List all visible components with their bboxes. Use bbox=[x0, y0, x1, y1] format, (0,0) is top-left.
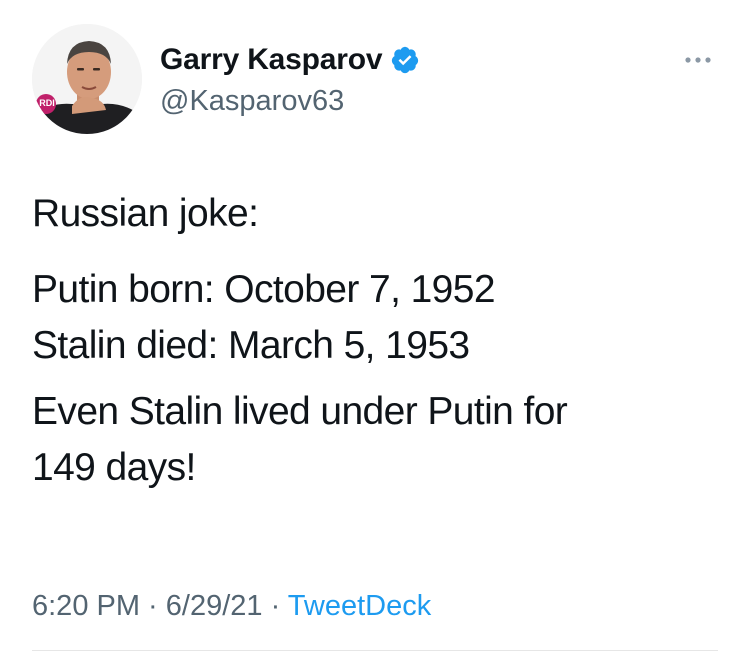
tweet-source-link[interactable]: TweetDeck bbox=[288, 590, 431, 622]
tweet-line-punchline-end: 149 days! bbox=[32, 446, 196, 489]
tweet-text: Russian joke: Putin born: October 7, 195… bbox=[32, 186, 722, 496]
tweet-line-putin-born: Putin born: October 7, 1952 bbox=[32, 268, 496, 311]
avatar-image bbox=[32, 24, 142, 134]
display-name[interactable]: Garry Kasparov bbox=[160, 40, 383, 80]
meta-separator: · bbox=[140, 590, 166, 622]
divider bbox=[32, 650, 718, 651]
tweet-card: RDI Garry Kasparov @Kasparov63 Russian j… bbox=[0, 0, 750, 654]
more-options-icon[interactable] bbox=[678, 50, 718, 70]
avatar-badge-label: RDI bbox=[39, 98, 55, 108]
tweet-meta: 6:20 PM · 6/29/21 · TweetDeck bbox=[32, 586, 431, 626]
tweet-date[interactable]: 6/29/21 bbox=[166, 590, 263, 622]
verified-badge-icon bbox=[390, 45, 420, 75]
meta-separator: · bbox=[262, 590, 288, 622]
tweet-time[interactable]: 6:20 PM bbox=[32, 590, 140, 622]
author-handle[interactable]: @Kasparov63 bbox=[160, 82, 344, 120]
tweet-line-intro: Russian joke: bbox=[32, 192, 259, 235]
tweet-line-punchline: Even Stalin lived under Putin for bbox=[32, 390, 568, 433]
avatar[interactable]: RDI bbox=[32, 24, 142, 134]
tweet-line-stalin-died: Stalin died: March 5, 1953 bbox=[32, 324, 470, 367]
author-name-row: Garry Kasparov bbox=[160, 40, 420, 80]
